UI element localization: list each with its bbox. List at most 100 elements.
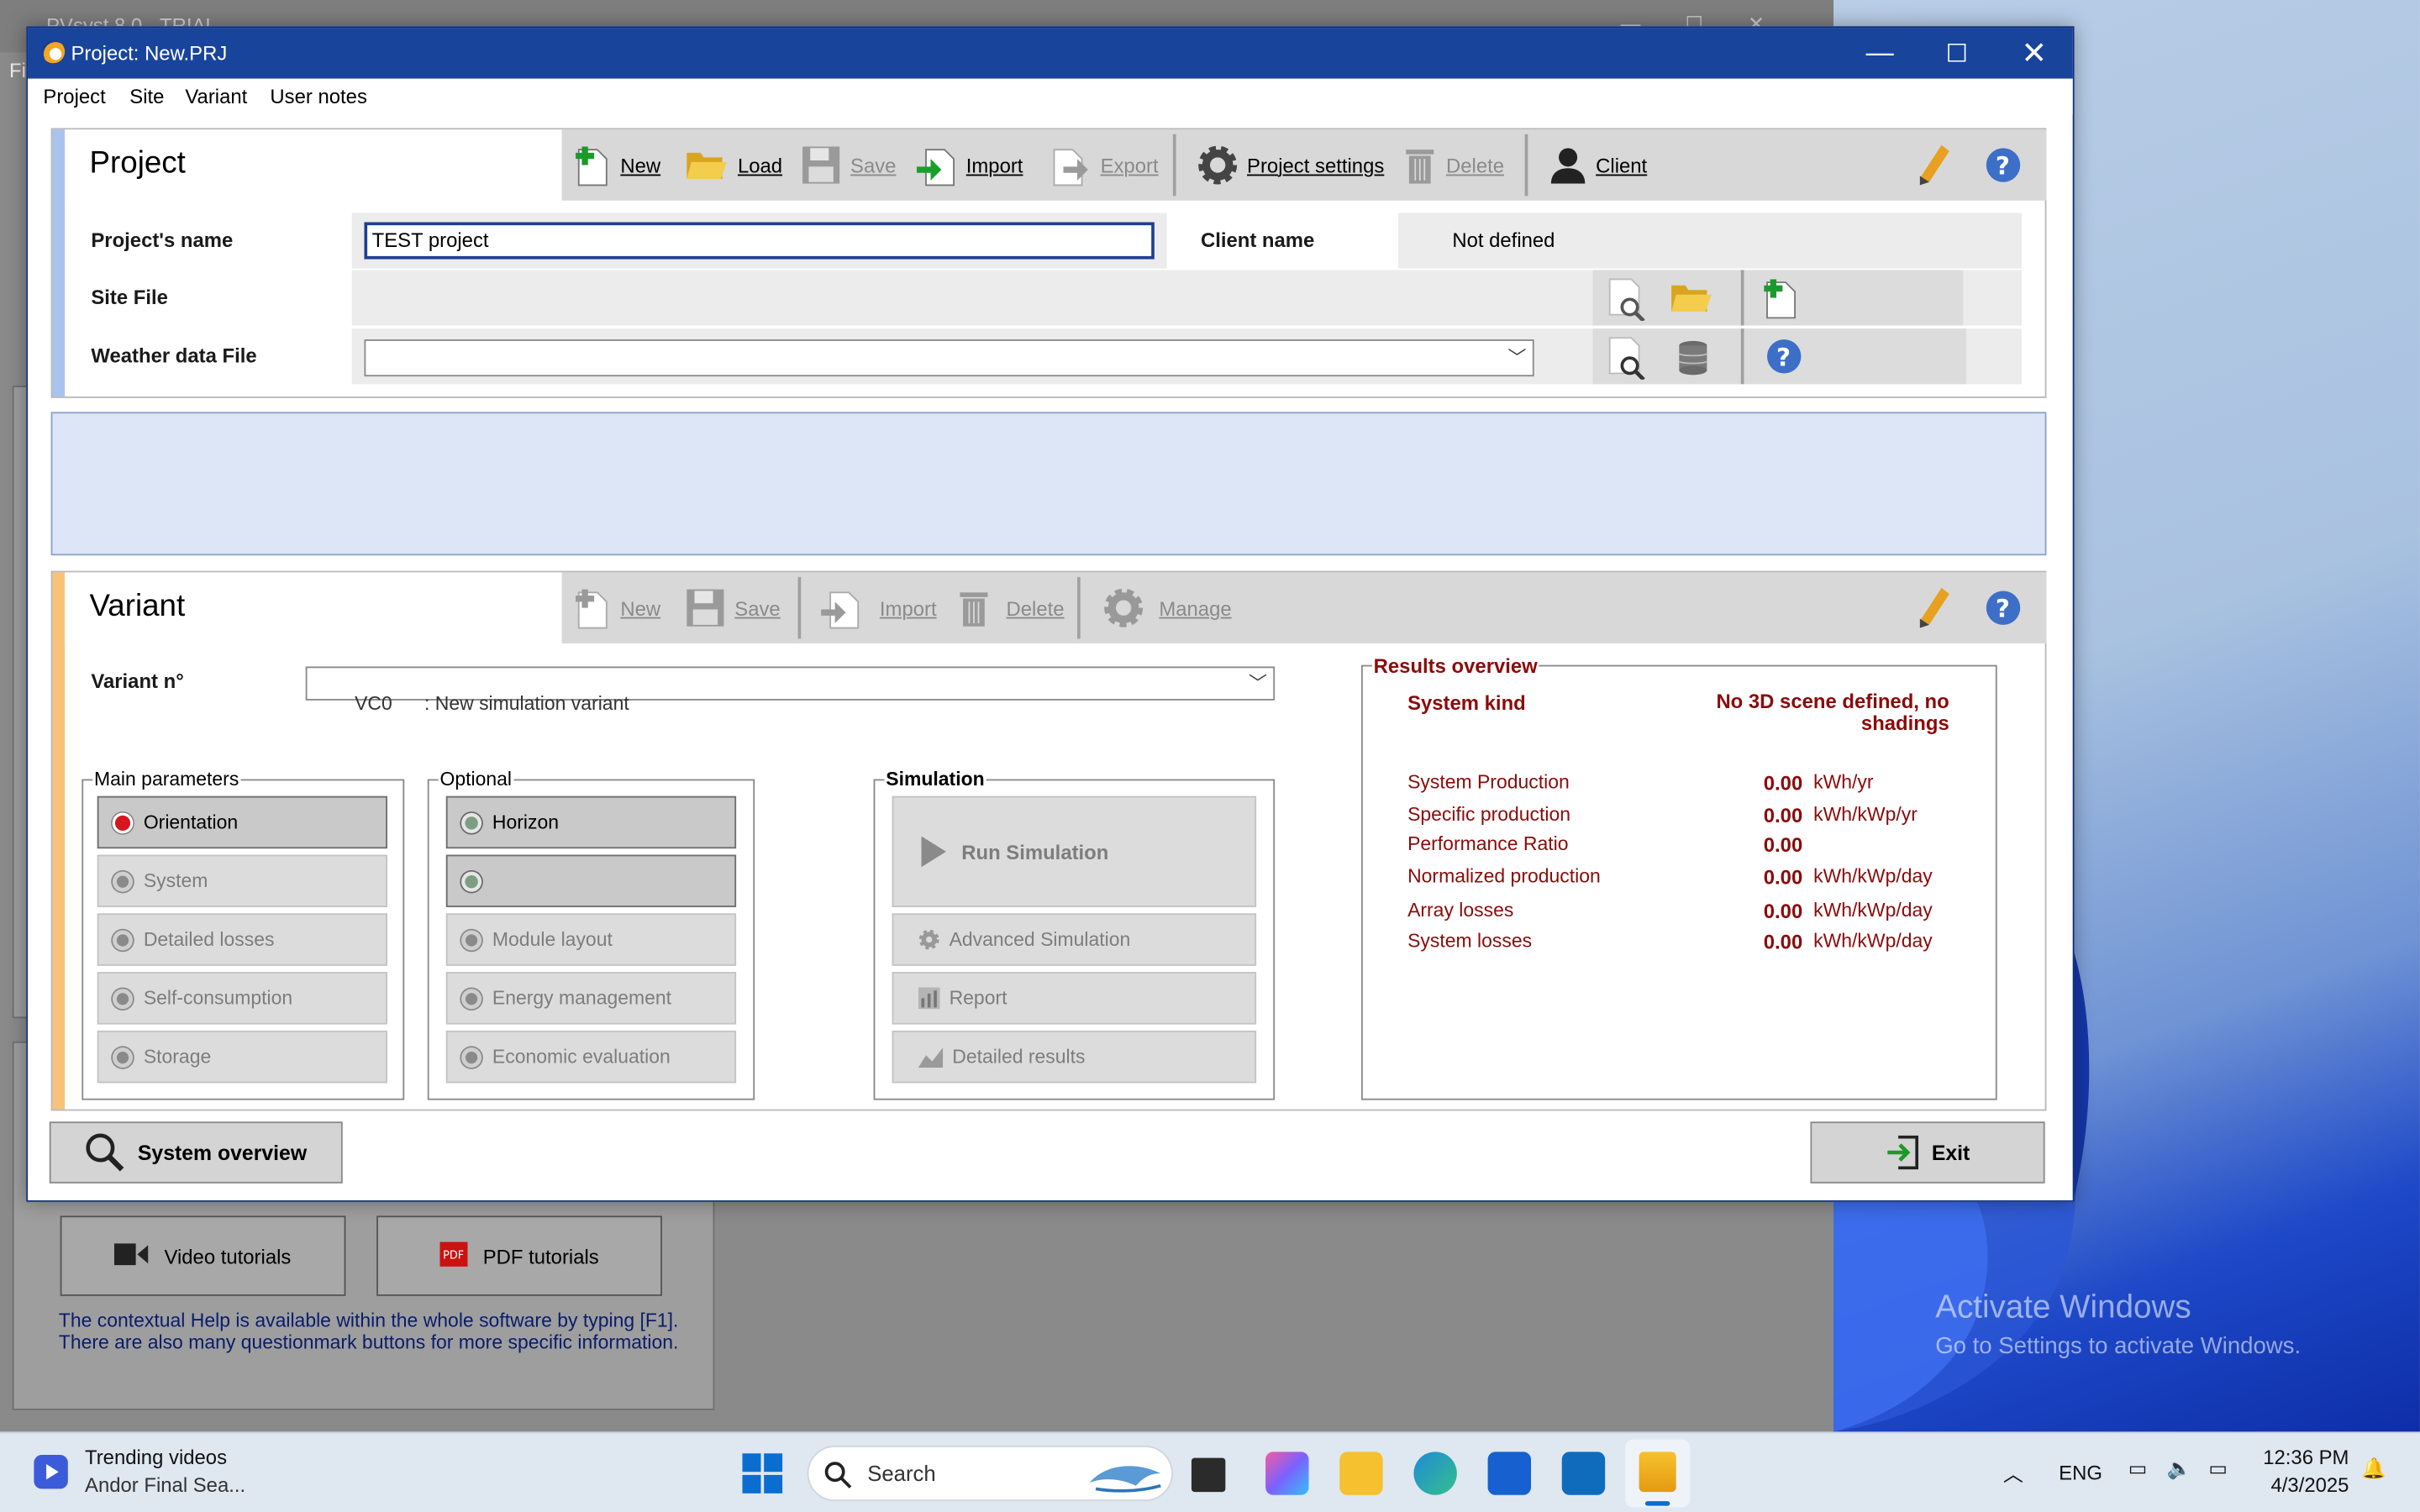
economic-evaluation-button[interactable]: Economic evaluation [445,1030,737,1084]
network-icon[interactable]: ▭ [2128,1457,2148,1481]
news-widget-icon[interactable] [34,1455,68,1489]
pvsyst-taskbar-button[interactable] [1625,1439,1691,1508]
notification-bell-icon[interactable]: 🔔 [2361,1457,2386,1481]
menu-site[interactable]: Site [129,85,164,108]
activate-windows-subtitle: Go to Settings to activate Windows. [1935,1332,2302,1360]
windows-logo-icon [742,1453,783,1494]
project-section: Project New Load Save Import Export Proj… [50,128,2047,398]
results-overview-group: Results overview System kind No 3D scene… [1360,654,1997,1100]
clock-date[interactable]: 4/3/2025 [2263,1473,2349,1497]
taskbar-search-box[interactable]: Search [807,1445,1173,1502]
minimize-icon: — [1865,37,1894,68]
microsoft-store-icon[interactable] [1487,1452,1532,1495]
news-widget-title[interactable]: Trending videos [85,1446,227,1469]
magnifier-document-icon [1608,337,1645,381]
exit-button[interactable]: Exit [1810,1121,2045,1184]
detailed-results-button[interactable]: Detailed results [892,1030,1257,1084]
report-button[interactable]: Report [892,972,1257,1025]
menu-project[interactable]: Project [43,85,105,108]
project-new-button[interactable]: New [574,129,660,200]
copilot-icon[interactable] [1265,1452,1309,1495]
site-file-new-button[interactable] [1760,276,1800,328]
project-save-button[interactable]: Save [801,129,896,200]
gear-icon [918,929,939,950]
close-button[interactable]: ✕ [1996,28,2073,79]
project-notes-panel[interactable] [50,412,2047,556]
result-label: Performance Ratio [1407,832,1569,855]
energy-management-button[interactable]: Energy management [445,972,737,1025]
weather-database-button[interactable] [1676,339,1710,384]
maximize-button[interactable]: ☐ [1918,28,1996,79]
project-client-button[interactable]: Client [1549,129,1647,200]
system-button[interactable]: System [97,854,388,907]
weather-help-button[interactable]: ? [1765,338,1802,382]
svg-text:PDF: PDF [443,1249,464,1262]
storage-button[interactable]: Storage [97,1030,388,1084]
client-name-value: Not defined [1452,228,1555,252]
project-delete-button[interactable]: Delete [1403,129,1504,200]
system-overview-button[interactable]: System overview [49,1121,343,1184]
variant-separator [797,576,802,639]
project-settings-button[interactable]: Project settings [1197,129,1384,200]
run-simulation-button[interactable]: Run Simulation [892,795,1257,907]
status-gray-icon [111,927,134,952]
background-menu-fragment[interactable]: Fi [9,59,26,82]
variant-accent-bar [52,572,66,1110]
module-layout-button[interactable]: Module layout [445,913,737,966]
project-name-input[interactable]: TEST project [364,222,1155,260]
import-icon [916,149,955,186]
variant-delete-button[interactable]: Delete [957,572,1065,643]
project-client-label: Client [1596,153,1648,177]
detailed-losses-button[interactable]: Detailed losses [97,913,388,966]
language-indicator[interactable]: ENG [2059,1461,2102,1484]
project-load-button[interactable]: Load [685,129,782,200]
weather-file-select[interactable]: ﹀ [364,339,1534,377]
active-indicator [1644,1501,1670,1506]
project-export-button[interactable]: Export [1051,129,1159,200]
variant-number-select[interactable]: VC0 : New simulation variant ﹀ [305,666,1276,714]
site-file-buttons [1592,270,1964,328]
client-name-field: Not defined [1398,213,2023,269]
simulation-group: Simulation Run Simulation Advanced Simul… [873,768,1276,1100]
minimize-button[interactable]: — [1841,28,1918,79]
window-title: Project: New.PRJ [71,41,228,66]
gear-icon [1104,588,1144,627]
project-help-button[interactable]: ? [1985,129,2022,200]
project-save-label: Save [850,153,897,177]
start-button[interactable] [742,1453,783,1501]
module-layout-label: Module layout [492,928,613,951]
project-edit-button[interactable] [1917,129,1950,200]
file-explorer-icon[interactable] [1339,1452,1383,1495]
site-file-view-button[interactable] [1605,278,1648,329]
menu-variant[interactable]: Variant [185,85,247,108]
orientation-button[interactable]: Orientation [97,795,388,849]
variant-save-button[interactable]: Save [685,572,781,643]
battery-icon[interactable]: ▭ [2208,1457,2228,1481]
outlook-icon[interactable] [1561,1452,1606,1495]
edge-browser-icon[interactable] [1413,1452,1457,1495]
weather-file-view-button[interactable] [1605,336,1648,387]
menu-bar: Project Site Variant User notes [28,78,2073,114]
video-tutorials-button[interactable]: Video tutorials [60,1215,346,1296]
news-widget-subtitle[interactable]: Andor Final Sea... [85,1473,245,1497]
status-gray-icon [460,1045,483,1068]
pdf-tutorials-button[interactable]: PDF PDF tutorials [376,1215,662,1296]
self-consumption-button[interactable]: Self-consumption [97,972,388,1025]
gear-icon [1198,145,1238,185]
volume-icon[interactable]: 🔈 [2167,1457,2192,1481]
project-window: Project: New.PRJ — ☐ ✕ Project Site Vari… [26,26,2075,1202]
horizon-button[interactable]: Horizon [445,795,737,849]
clock-time[interactable]: 12:36 PM [2263,1446,2349,1469]
variant-edit-button[interactable] [1917,572,1950,643]
project-import-button[interactable]: Import [916,129,1023,200]
task-view-icon[interactable] [1191,1457,1226,1493]
variant-manage-button[interactable]: Manage [1103,572,1232,643]
variant-help-button[interactable]: ? [1985,572,2022,643]
menu-user-notes[interactable]: User notes [270,85,366,108]
advanced-simulation-button[interactable]: Advanced Simulation [892,913,1257,966]
variant-import-button[interactable]: Import [821,572,937,643]
show-hidden-icons-chevron-icon[interactable]: ︿ [2003,1458,2023,1488]
site-file-open-button[interactable] [1670,281,1712,323]
near-shadings-button[interactable] [445,854,737,907]
variant-new-button[interactable]: New [574,572,660,643]
